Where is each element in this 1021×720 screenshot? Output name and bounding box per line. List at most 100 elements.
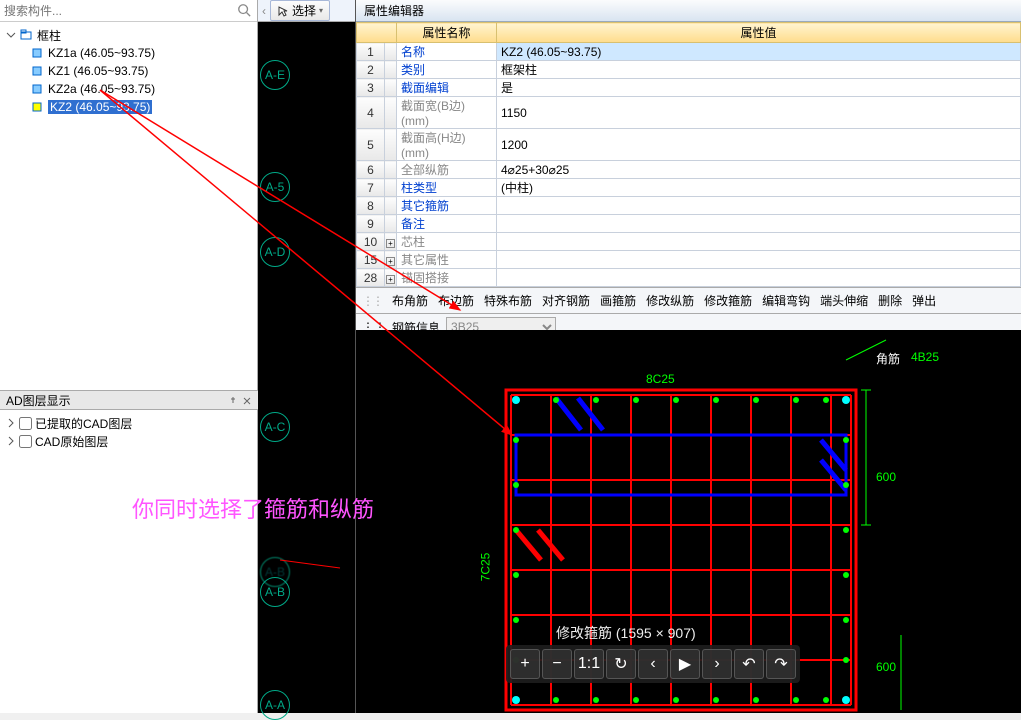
property-row[interactable]: 6 全部纵筋 4⌀25+30⌀25	[357, 161, 1021, 179]
layer-checkbox[interactable]	[19, 435, 32, 448]
annotation-text: 你同时选择了箍筋和纵筋	[132, 492, 374, 524]
property-value[interactable]: (中柱)	[497, 179, 1021, 197]
search-input[interactable]	[4, 4, 237, 18]
cad-item-label: CAD原始图层	[35, 433, 108, 450]
tree-item[interactable]: KZ1 (46.05~93.75)	[6, 62, 257, 80]
property-row[interactable]: 4 截面宽(B边)(mm) 1150	[357, 97, 1021, 129]
property-row[interactable]: 8 其它箍筋	[357, 197, 1021, 215]
dim-600-b: 600	[876, 660, 896, 674]
prev-button[interactable]: ‹	[638, 649, 668, 679]
corner-value: 4B25	[911, 350, 939, 364]
property-value[interactable]: KZ2 (46.05~93.75)	[497, 43, 1021, 61]
property-row[interactable]: 15 + 其它属性	[357, 251, 1021, 269]
property-row[interactable]: 1 名称 KZ2 (46.05~93.75)	[357, 43, 1021, 61]
property-row[interactable]: 9 备注	[357, 215, 1021, 233]
property-row[interactable]: 3 截面编辑 是	[357, 79, 1021, 97]
tree-item-label: KZ2 (46.05~93.75)	[48, 100, 152, 114]
property-value[interactable]	[497, 251, 1021, 269]
property-editor-title: 属性编辑器	[356, 0, 1021, 22]
toolbar-button[interactable]: 对齐钢筋	[542, 294, 590, 308]
search-bar	[0, 0, 257, 22]
section-canvas[interactable]: 8C25 7C25 角筋 4B25 600 600 修改箍筋 (1595 × 9…	[356, 330, 1021, 713]
property-row[interactable]: 2 类别 框架柱	[357, 61, 1021, 79]
property-name: 类别	[397, 61, 497, 79]
next-button[interactable]: ›	[702, 649, 732, 679]
axis-label: A-D	[260, 237, 290, 267]
tree-item[interactable]: KZ2 (46.05~93.75)	[6, 98, 257, 116]
folder-icon	[19, 28, 33, 42]
layer-checkbox[interactable]	[19, 417, 32, 430]
property-value[interactable]	[497, 269, 1021, 287]
toolbar-button[interactable]: 画箍筋	[600, 294, 636, 308]
property-value[interactable]	[497, 233, 1021, 251]
axis-label: A-B	[260, 577, 290, 607]
property-value[interactable]: 1200	[497, 129, 1021, 161]
toolbar-button[interactable]: 修改箍筋	[704, 294, 752, 308]
toolbar-button[interactable]: 布边筋	[438, 294, 474, 308]
close-icon[interactable]	[242, 395, 252, 405]
property-value[interactable]	[497, 197, 1021, 215]
expand-cell[interactable]: +	[385, 251, 397, 269]
tree-item[interactable]: KZ1a (46.05~93.75)	[6, 44, 257, 62]
property-value[interactable]: 框架柱	[497, 61, 1021, 79]
property-table: 属性名称 属性值 1 名称 KZ2 (46.05~93.75)2 类别 框架柱3…	[356, 22, 1021, 287]
col-name: 属性名称	[397, 23, 497, 43]
rotate-button[interactable]: ↻	[606, 649, 636, 679]
tree-root[interactable]: 框柱	[6, 26, 257, 44]
property-value[interactable]	[497, 215, 1021, 233]
actual-size-button[interactable]: 1:1	[574, 649, 604, 679]
undo-button[interactable]: ↶	[734, 649, 764, 679]
chevron-left-icon[interactable]: ‹	[262, 4, 266, 18]
property-value[interactable]: 4⌀25+30⌀25	[497, 161, 1021, 179]
select-button[interactable]: 选择 ▾	[270, 0, 330, 21]
property-row[interactable]: 10 + 芯柱	[357, 233, 1021, 251]
row-number: 28	[357, 269, 385, 287]
pin-icon[interactable]	[228, 395, 238, 405]
redo-button[interactable]: ↷	[766, 649, 796, 679]
property-row[interactable]: 5 截面高(H边)(mm) 1200	[357, 129, 1021, 161]
toolbar-button[interactable]: 弹出	[912, 294, 936, 308]
tree-item-label: KZ2a (46.05~93.75)	[48, 82, 155, 96]
toolbar-button[interactable]: 端头伸缩	[820, 294, 868, 308]
expand-icon[interactable]	[6, 436, 16, 446]
component-icon	[30, 64, 44, 78]
axis-viewport[interactable]: A-EA-5A-DA-CA-BA-BA-A	[258, 22, 355, 713]
expand-cell	[385, 197, 397, 215]
property-name: 截面高(H边)(mm)	[397, 129, 497, 161]
property-row[interactable]: 7 柱类型 (中柱)	[357, 179, 1021, 197]
row-number: 7	[357, 179, 385, 197]
expand-cell[interactable]: +	[385, 269, 397, 287]
component-icon	[30, 82, 44, 96]
tree-item-label: KZ1 (46.05~93.75)	[48, 64, 148, 78]
col-value: 属性值	[497, 23, 1021, 43]
expand-cell	[385, 97, 397, 129]
collapse-icon[interactable]	[6, 30, 16, 40]
cad-panel-title: AD图层显示	[6, 392, 71, 409]
search-icon[interactable]	[237, 3, 253, 19]
property-value[interactable]: 1150	[497, 97, 1021, 129]
play-button[interactable]: ▶	[670, 649, 700, 679]
toolbar-button[interactable]: 删除	[878, 294, 902, 308]
zoom-in-button[interactable]: +	[510, 649, 540, 679]
expand-icon[interactable]	[6, 418, 16, 428]
expand-cell[interactable]: +	[385, 233, 397, 251]
row-number: 10	[357, 233, 385, 251]
property-value[interactable]: 是	[497, 79, 1021, 97]
toolbar-button[interactable]: 编辑弯钩	[762, 294, 810, 308]
property-name: 截面宽(B边)(mm)	[397, 97, 497, 129]
left-panel: 框柱 KZ1a (46.05~93.75) KZ1 (46.05~93.75) KZ…	[0, 0, 258, 713]
dim-600-a: 600	[876, 470, 896, 484]
tree-root-label: 框柱	[37, 27, 61, 44]
zoom-out-button[interactable]: −	[542, 649, 572, 679]
cad-tree-item[interactable]: CAD原始图层	[6, 432, 252, 450]
toolbar-button[interactable]: 特殊布筋	[484, 294, 532, 308]
toolbar-button[interactable]: 修改纵筋	[646, 294, 694, 308]
viewport-toolbar: ‹ 选择 ▾	[258, 0, 355, 22]
toolbar-button[interactable]: 布角筋	[392, 294, 428, 308]
cad-tree-item[interactable]: 已提取的CAD图层	[6, 414, 252, 432]
tree-item[interactable]: KZ2a (46.05~93.75)	[6, 80, 257, 98]
property-name: 备注	[397, 215, 497, 233]
property-row[interactable]: 28 + 锚固搭接	[357, 269, 1021, 287]
cad-item-label: 已提取的CAD图层	[35, 415, 132, 432]
component-icon	[30, 100, 44, 114]
